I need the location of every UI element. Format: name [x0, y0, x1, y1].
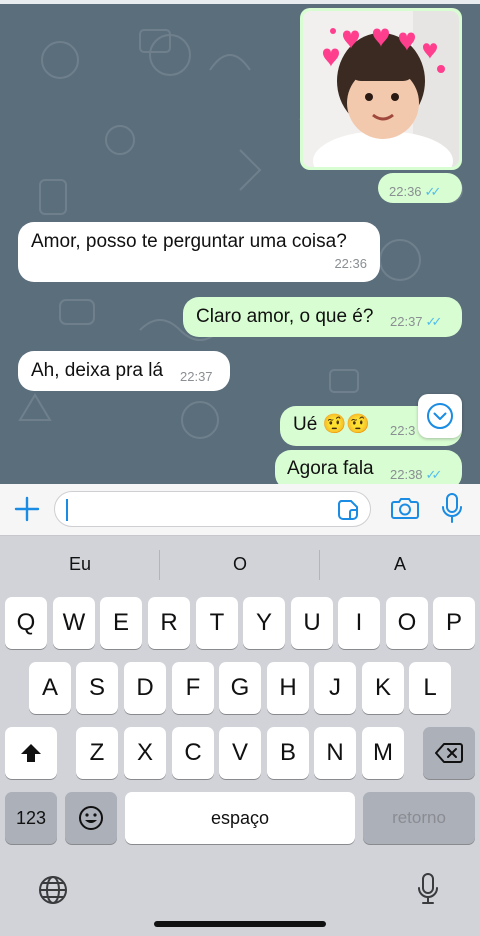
key-n[interactable]: N — [314, 727, 356, 779]
key-w[interactable]: W — [53, 597, 95, 649]
key-a[interactable]: A — [29, 662, 71, 714]
message-text: Ué 🤨🤨 — [293, 414, 370, 435]
key-i[interactable]: I — [338, 597, 380, 649]
chat-area[interactable]: 22:36 ✓✓ Amor, posso te perguntar uma co… — [0, 0, 480, 484]
sticker-icon[interactable] — [337, 499, 359, 521]
chevron-down-circle-icon — [427, 403, 453, 429]
backspace-icon — [435, 743, 463, 763]
message-input-bar — [0, 484, 480, 536]
camera-icon[interactable] — [391, 496, 419, 520]
suggestion-item[interactable]: A — [320, 536, 480, 592]
shift-icon — [21, 744, 41, 762]
globe-icon[interactable] — [37, 874, 69, 906]
message-input[interactable] — [54, 491, 371, 527]
message-text: Agora fala — [287, 458, 374, 479]
message-time: 22:37 — [180, 369, 213, 384]
incoming-message[interactable]: Ah, deixa pra lá 22:37 — [18, 351, 230, 391]
message-text: Claro amor, o que é? — [196, 306, 374, 327]
message-time: 22:37 — [390, 314, 423, 329]
message-text: Ah, deixa pra lá — [31, 360, 164, 381]
key-s[interactable]: S — [76, 662, 118, 714]
photo-message[interactable] — [300, 8, 462, 170]
key-x[interactable]: X — [124, 727, 166, 779]
key-k[interactable]: K — [362, 662, 404, 714]
key-y[interactable]: Y — [243, 597, 285, 649]
key-c[interactable]: C — [172, 727, 214, 779]
shift-key[interactable] — [5, 727, 57, 779]
key-p[interactable]: P — [433, 597, 475, 649]
microphone-icon[interactable] — [440, 493, 464, 523]
text-cursor — [66, 499, 68, 521]
message-time: 22:36 — [334, 256, 367, 271]
key-l[interactable]: L — [409, 662, 451, 714]
message-time: 22:36 — [389, 184, 422, 199]
key-b[interactable]: B — [267, 727, 309, 779]
key-z[interactable]: Z — [76, 727, 118, 779]
read-receipt-icon: ✓✓ — [424, 184, 442, 199]
child-photo-image — [303, 11, 459, 167]
message-time: 22:38 — [390, 467, 423, 482]
dictation-microphone-icon[interactable] — [416, 872, 440, 906]
backspace-key[interactable] — [423, 727, 475, 779]
incoming-message[interactable]: Amor, posso te perguntar uma coisa? 22:3… — [18, 222, 380, 282]
key-m[interactable]: M — [362, 727, 404, 779]
photo-message-meta: 22:36 ✓✓ — [378, 173, 462, 203]
numbers-key[interactable]: 123 — [5, 792, 57, 844]
message-text: Amor, posso te perguntar uma coisa? — [31, 231, 347, 252]
home-indicator[interactable] — [154, 921, 326, 927]
photo-thumbnail[interactable] — [303, 11, 459, 167]
key-g[interactable]: G — [219, 662, 261, 714]
key-h[interactable]: H — [267, 662, 309, 714]
key-e[interactable]: E — [100, 597, 142, 649]
key-r[interactable]: R — [148, 597, 190, 649]
emoji-icon — [79, 806, 103, 830]
return-key[interactable]: retorno — [363, 792, 475, 844]
suggestion-item[interactable]: O — [160, 536, 320, 592]
outgoing-message[interactable]: Claro amor, o que é? 22:37 ✓✓ — [183, 297, 462, 337]
suggestion-bar: Eu O A — [0, 536, 480, 592]
key-o[interactable]: O — [386, 597, 428, 649]
key-q[interactable]: Q — [5, 597, 47, 649]
plus-icon — [14, 496, 40, 522]
message-time: 22:3 — [390, 423, 416, 438]
suggestion-item[interactable]: Eu — [0, 536, 160, 592]
key-j[interactable]: J — [314, 662, 356, 714]
space-key[interactable]: espaço — [125, 792, 355, 844]
read-receipt-icon: ✓✓ — [425, 314, 443, 329]
attach-button[interactable] — [12, 494, 42, 524]
key-u[interactable]: U — [291, 597, 333, 649]
read-receipt-icon: ✓✓ — [425, 467, 443, 482]
key-t[interactable]: T — [196, 597, 238, 649]
key-d[interactable]: D — [124, 662, 166, 714]
keyboard: Eu O A Q W E R T Y U I O P A S D F G H J… — [0, 536, 480, 936]
emoji-key[interactable] — [65, 792, 117, 844]
key-f[interactable]: F — [172, 662, 214, 714]
scroll-to-bottom-button[interactable] — [418, 394, 462, 438]
outgoing-message[interactable]: Agora fala 22:38 ✓✓ — [275, 450, 462, 484]
key-v[interactable]: V — [219, 727, 261, 779]
